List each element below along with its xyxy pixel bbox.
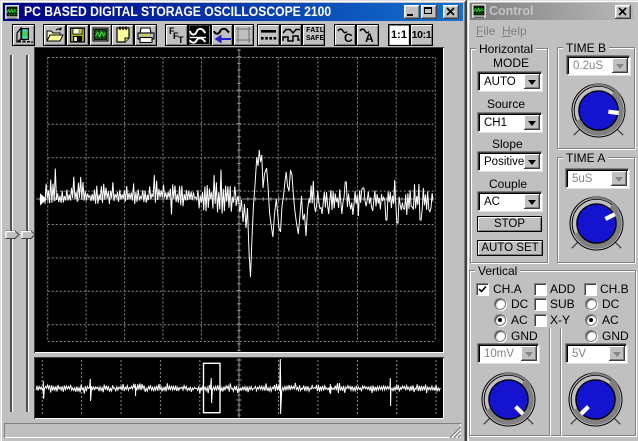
svg-text:C: C [344, 31, 353, 45]
svg-text:T: T [178, 35, 184, 45]
svg-text:A: A [365, 31, 374, 45]
